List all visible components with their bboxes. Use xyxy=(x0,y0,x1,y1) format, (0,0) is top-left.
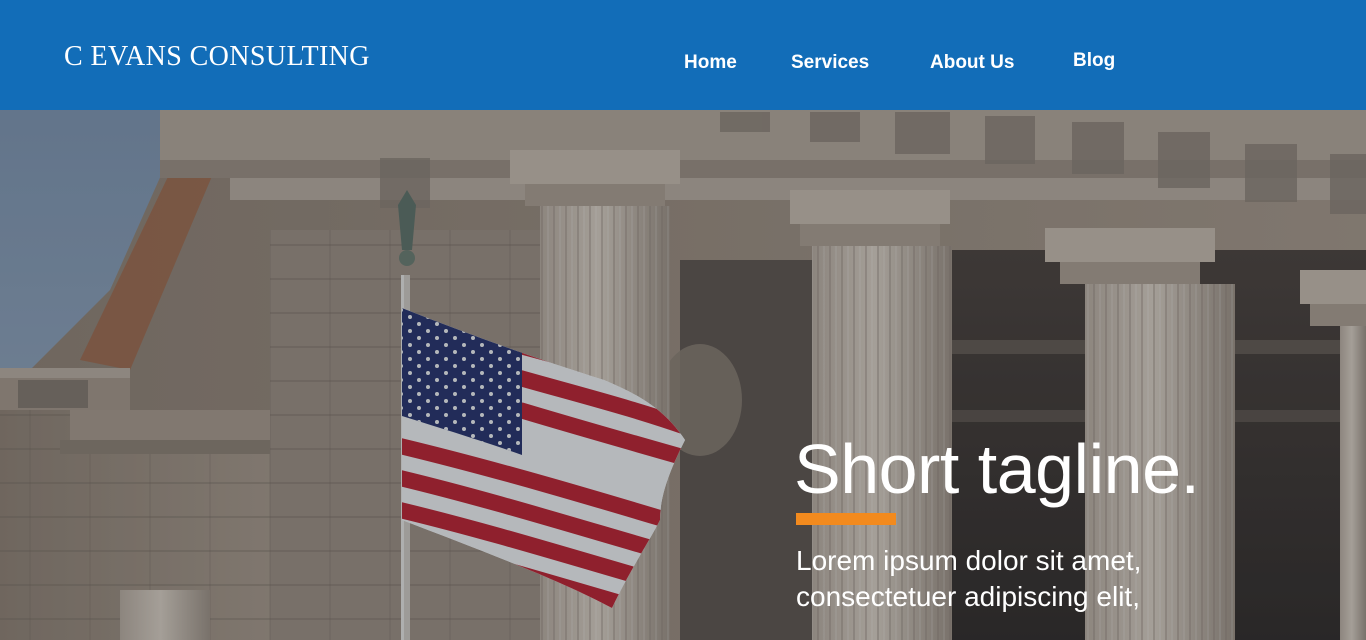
hero-lead-line-2: consectetuer adipiscing elit, xyxy=(796,581,1140,612)
nav-services-link[interactable]: Services xyxy=(791,53,869,72)
hero-lead-line-1: Lorem ipsum dolor sit amet, xyxy=(796,545,1142,576)
nav-blog-link[interactable]: Blog xyxy=(1073,51,1115,70)
nav-home-link[interactable]: Home xyxy=(684,53,737,72)
tagline-accent-bar xyxy=(796,513,896,525)
hero-lead-text: Lorem ipsum dolor sit amet, consectetuer … xyxy=(796,543,1316,615)
hero-tagline: Short tagline. xyxy=(794,430,1200,508)
site-header: C EVANS CONSULTING Home Services About U… xyxy=(0,0,1366,110)
brand-logo-link[interactable]: C EVANS CONSULTING xyxy=(64,43,370,71)
nav-about-us-link[interactable]: About Us xyxy=(930,53,1014,72)
hero-section: Short tagline. Lorem ipsum dolor sit ame… xyxy=(0,110,1366,640)
